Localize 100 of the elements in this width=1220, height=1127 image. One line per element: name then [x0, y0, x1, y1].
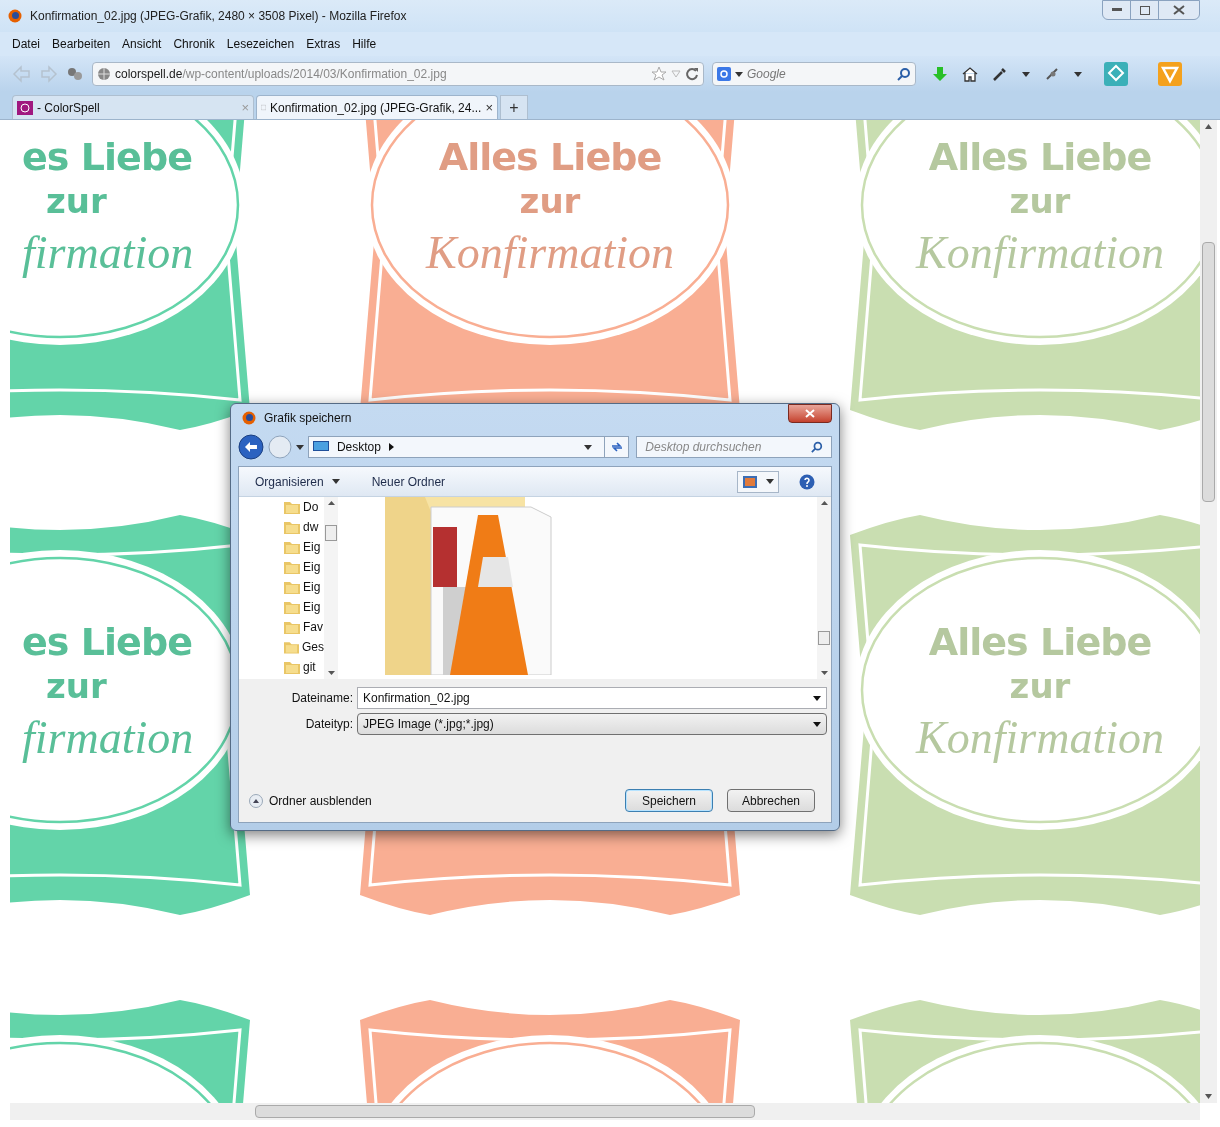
monitor-icon — [312, 441, 329, 453]
picture-icon — [742, 475, 757, 488]
site-logo-icon — [17, 100, 33, 115]
scroll-thumb[interactable] — [255, 1105, 755, 1118]
close-button[interactable] — [788, 404, 832, 423]
scroll-up-icon[interactable] — [820, 501, 828, 505]
image-text: Konfirmation — [426, 230, 674, 276]
caret-icon[interactable] — [1022, 71, 1030, 77]
scroll-thumb[interactable] — [818, 631, 830, 645]
caret-icon[interactable] — [813, 695, 821, 701]
field-label: Dateiname: — [290, 690, 354, 707]
scroll-thumb[interactable] — [325, 525, 337, 541]
close-icon — [1173, 5, 1185, 15]
google-logo-icon — [717, 67, 731, 81]
filename-field[interactable]: Konfirmation_02.jpg — [357, 687, 827, 709]
folder-icon — [284, 540, 300, 554]
help-icon[interactable] — [799, 473, 815, 490]
scroll-up-icon[interactable] — [327, 501, 335, 505]
filetype-dropdown[interactable]: JPEG Image (*.jpg;*.jpg) — [357, 713, 827, 735]
scroll-down-icon[interactable] — [327, 671, 335, 675]
minimize-icon — [1111, 8, 1122, 12]
browser-tab[interactable]: Konfirmation_02.jpg (JPEG-Grafik, 24... × — [256, 95, 498, 119]
tree-scrollbar[interactable] — [324, 497, 338, 679]
firefox-logo-icon — [242, 411, 256, 425]
image-text: Alles Liebe — [928, 138, 1152, 176]
menu-item[interactable]: Bearbeiten — [52, 35, 111, 53]
reload-icon[interactable] — [685, 67, 699, 81]
search-input[interactable]: Google — [747, 65, 893, 83]
folder-icon — [284, 580, 300, 594]
menu-item[interactable]: Chronik — [173, 35, 215, 53]
caret-icon[interactable] — [584, 444, 593, 450]
menu-item[interactable]: Lesezeichen — [226, 35, 295, 53]
globe-icon — [97, 67, 111, 81]
search-field[interactable]: Desktop durchsuchen — [636, 436, 832, 458]
new-tab-button[interactable]: + — [500, 95, 528, 119]
view-button[interactable] — [737, 470, 779, 493]
caret-icon — [765, 479, 774, 484]
caret-icon — [331, 479, 340, 484]
folder-item[interactable]: Ges — [284, 637, 324, 657]
organize-button[interactable]: Organisieren — [255, 472, 340, 491]
scroll-down-icon[interactable] — [1205, 1094, 1212, 1099]
preview-scrollbar[interactable] — [817, 497, 831, 679]
window-title: Konfirmation_02.jpg (JPEG-Grafik, 2480 × 3508 Pixel) - Mozilla Firefox — [30, 8, 407, 25]
tab-title: - ColorSpell — [37, 99, 100, 117]
folder-item[interactable]: Eig — [284, 557, 324, 577]
horizontal-scrollbar[interactable] — [10, 1103, 1200, 1120]
menu-item[interactable]: Extras — [306, 35, 341, 53]
image-text: es Liebe — [22, 623, 192, 661]
menu-item[interactable]: Datei — [12, 35, 40, 53]
folder-item[interactable]: Eig — [284, 577, 324, 597]
field-label: Dateityp: — [304, 716, 354, 733]
folder-item[interactable]: Do — [284, 497, 324, 517]
image-text: es Liebe — [22, 138, 192, 176]
image-text: Konfirmation — [916, 230, 1164, 276]
folder-item[interactable]: Fav — [284, 617, 324, 637]
refresh-icon — [609, 441, 624, 453]
eyedropper-icon[interactable] — [992, 66, 1008, 82]
menu-item[interactable]: Hilfe — [352, 35, 377, 53]
folder-item[interactable]: Eig — [284, 537, 324, 557]
menu-item[interactable]: Ansicht — [122, 35, 162, 53]
browser-tab[interactable]: - ColorSpell × — [12, 95, 254, 119]
folder-icon — [284, 560, 300, 574]
search-field[interactable]: Google — [712, 62, 916, 86]
caret-icon[interactable] — [1074, 71, 1082, 77]
back-icon[interactable] — [238, 434, 264, 460]
tab-close-button[interactable]: × — [485, 97, 493, 118]
cancel-button[interactable]: Abbrechen — [727, 789, 815, 812]
home-icon[interactable] — [962, 66, 978, 82]
caret-icon[interactable] — [735, 71, 743, 77]
vertical-scrollbar[interactable] — [1200, 120, 1217, 1103]
new-folder-button[interactable]: Neuer Ordner — [371, 472, 446, 491]
search-input[interactable]: Desktop durchsuchen — [645, 438, 811, 456]
folder-item[interactable]: dw — [284, 517, 324, 537]
star-icon[interactable] — [651, 66, 667, 82]
location-field[interactable]: Desktop — [307, 436, 630, 458]
chevron-right-icon — [388, 443, 394, 451]
folder-item[interactable]: git — [284, 657, 324, 677]
url-text: colorspell.de/wp-content/uploads/2014/03/Konfirmation_02.jpg — [115, 66, 447, 83]
maximize-icon — [1139, 5, 1150, 15]
url-field[interactable]: colorspell.de/wp-content/uploads/2014/03/Konfirmation_02.jpg — [92, 62, 704, 86]
tab-title: Konfirmation_02.jpg (JPEG-Grafik, 24... — [269, 99, 482, 117]
image-text: firmation — [22, 230, 194, 276]
scroll-down-icon[interactable] — [820, 671, 828, 675]
folder-item[interactable]: Eig — [284, 597, 324, 617]
image-text: Konfirmation — [916, 715, 1164, 761]
save-button[interactable]: Speichern — [625, 789, 713, 812]
caret-icon[interactable] — [813, 721, 821, 727]
scroll-up-icon[interactable] — [1205, 124, 1212, 129]
search-icon[interactable] — [897, 67, 911, 81]
dialog-title: Grafik speichern — [264, 410, 352, 427]
search-icon[interactable] — [811, 441, 823, 453]
firefox-logo-icon — [8, 9, 22, 23]
folder-icon — [284, 600, 300, 614]
folder-icon — [284, 520, 300, 534]
location-text: Desktop — [336, 439, 381, 456]
caret-icon[interactable] — [295, 444, 304, 450]
image-text: zur — [1009, 669, 1071, 703]
hide-folders-button[interactable]: Ordner ausblenden — [249, 791, 372, 810]
scroll-thumb[interactable] — [1202, 241, 1215, 502]
folder-icon — [284, 640, 299, 654]
